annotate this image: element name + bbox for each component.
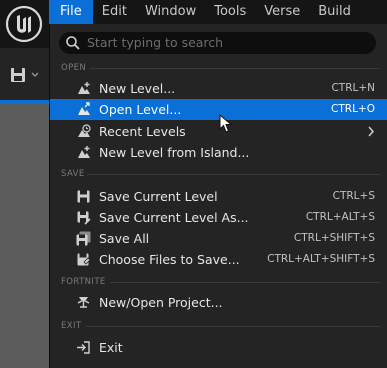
- menu-item-label: New Level...: [99, 81, 176, 96]
- menu-item-shortcut: CTRL+ALT+SHIFT+S: [267, 253, 375, 265]
- menu-item-new-level[interactable]: New Level... CTRL+N: [50, 78, 387, 99]
- search-icon: [66, 36, 80, 50]
- menu-item-label: Exit: [99, 340, 123, 355]
- new-level-icon: [78, 146, 90, 158]
- menu-item-label: New Level from Island...: [99, 145, 250, 160]
- section-label-open: OPEN: [61, 63, 87, 73]
- menu-item-exit[interactable]: Exit: [50, 337, 387, 358]
- mouse-cursor-icon: [219, 114, 233, 133]
- menu-item-save-all[interactable]: Save All CTRL+SHIFT+S: [50, 228, 387, 249]
- menu-bar: File Edit Window Tools Verse Build: [49, 0, 387, 24]
- menu-item-shortcut: CTRL+SHIFT+S: [293, 232, 375, 244]
- menu-item-shortcut: CTRL+ALT+S: [305, 211, 375, 223]
- section-divider: [110, 282, 380, 283]
- save-all-icon: [76, 231, 91, 246]
- chevron-right-icon: [368, 126, 375, 137]
- menu-item-new-level-from-island[interactable]: New Level from Island...: [50, 142, 387, 163]
- section-label-save: SAVE: [61, 169, 85, 179]
- menu-item-shortcut: CTRL+S: [332, 190, 375, 202]
- menu-edit[interactable]: Edit: [93, 0, 136, 24]
- menu-file[interactable]: File: [49, 0, 93, 24]
- section-label-exit: EXIT: [61, 321, 82, 331]
- menu-verse[interactable]: Verse: [255, 0, 309, 24]
- menu-build[interactable]: Build: [309, 0, 360, 24]
- open-level-icon: [78, 102, 90, 115]
- section-divider: [86, 326, 380, 327]
- menu-item-label: Open Level...: [99, 102, 182, 117]
- menu-item-choose-files-to-save[interactable]: Choose Files to Save... CTRL+ALT+SHIFT+S: [50, 249, 387, 270]
- menu-item-save-current-level-as[interactable]: Save Current Level As... CTRL+ALT+S: [50, 207, 387, 228]
- save-as-icon: [77, 211, 91, 225]
- project-icon: [77, 297, 90, 308]
- menu-tools[interactable]: Tools: [205, 0, 255, 24]
- menu-search-input[interactable]: Start typing to search: [59, 32, 376, 54]
- choose-files-icon: [77, 253, 91, 266]
- recent-levels-icon: [78, 124, 91, 137]
- menu-item-label: New/Open Project...: [99, 295, 223, 310]
- menu-item-label: Choose Files to Save...: [99, 252, 240, 267]
- file-menu-dropdown: Start typing to search OPEN New Level...…: [49, 24, 387, 368]
- exit-icon: [77, 341, 90, 354]
- menu-item-shortcut: CTRL+O: [331, 103, 375, 115]
- save-icon: [77, 190, 90, 203]
- save-icon[interactable]: [10, 67, 26, 83]
- menu-item-label: Save All: [99, 231, 150, 246]
- editor-window: File Edit Window Tools Verse Build Start…: [0, 0, 387, 368]
- unreal-logo-icon[interactable]: [4, 4, 44, 44]
- new-level-icon: [78, 82, 90, 94]
- section-divider: [87, 174, 380, 175]
- menu-item-shortcut: CTRL+N: [331, 82, 375, 94]
- search-placeholder: Start typing to search: [87, 35, 224, 50]
- menu-window[interactable]: Window: [136, 0, 205, 24]
- active-tab-indicator: [0, 100, 49, 103]
- menu-item-label: Save Current Level: [99, 189, 218, 204]
- section-label-fortnite: FORTNITE: [61, 277, 106, 287]
- menu-item-save-current-level[interactable]: Save Current Level CTRL+S: [50, 186, 387, 207]
- menu-item-label: Save Current Level As...: [99, 210, 249, 225]
- chevron-down-icon[interactable]: [31, 72, 39, 78]
- section-divider: [90, 68, 380, 69]
- menu-item-label: Recent Levels: [99, 124, 186, 139]
- menu-item-new-open-project[interactable]: New/Open Project...: [50, 292, 387, 313]
